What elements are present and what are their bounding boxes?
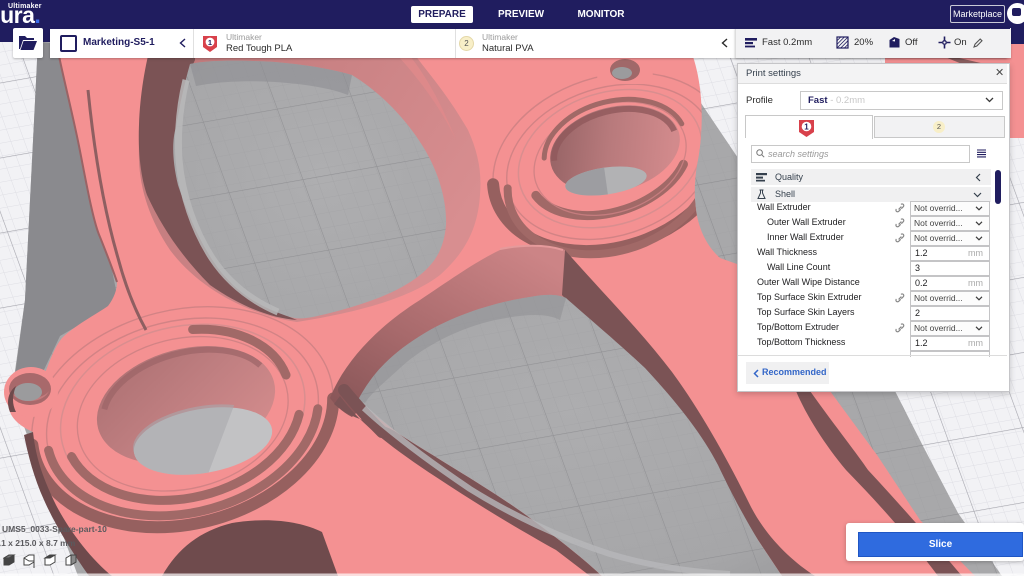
- svg-text:1: 1: [208, 38, 212, 47]
- svg-text:1: 1: [804, 122, 809, 131]
